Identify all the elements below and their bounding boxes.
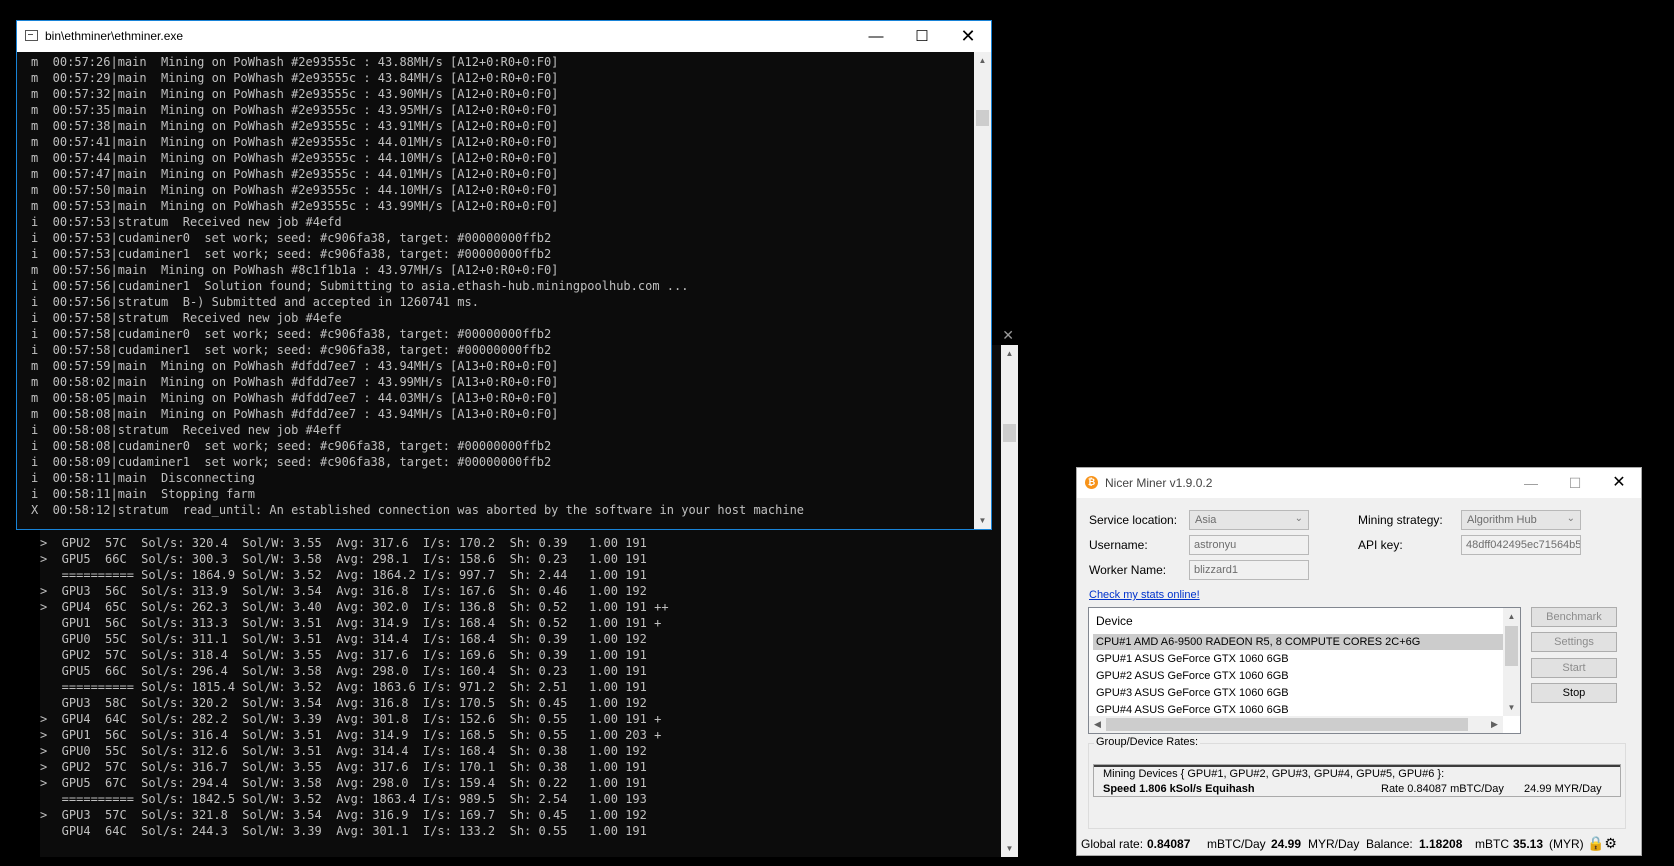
scroll-left-icon[interactable]: ◀: [1089, 716, 1106, 733]
ethminer-log-text: m 00:57:26|main Mining on PoWhash #2e935…: [31, 55, 805, 517]
service-location-value: Asia: [1195, 514, 1217, 526]
chevron-down-icon: ⌄: [1294, 513, 1303, 524]
scroll-up-icon[interactable]: ▲: [1503, 608, 1520, 625]
close-button[interactable]: ✕: [1597, 468, 1641, 498]
global-myr-value: 24.99: [1271, 837, 1302, 851]
close-button[interactable]: ✕: [945, 21, 991, 52]
ethminer-titlebar[interactable]: bin\ethminer\ethminer.exe — ☐ ✕: [17, 21, 991, 52]
rates-legend: Group/Device Rates:: [1094, 736, 1201, 748]
scroll-down-icon[interactable]: ▼: [1001, 840, 1018, 857]
balance-label: Balance:: [1366, 837, 1413, 851]
device-row[interactable]: CPU#1 AMD A6-9500 RADEON R5, 8 COMPUTE C…: [1093, 634, 1503, 650]
window-title: bin\ethminer\ethminer.exe: [45, 29, 184, 43]
mining-strategy-label: Mining strategy:: [1358, 513, 1443, 527]
global-rate-value: 0.84087: [1147, 837, 1191, 851]
scroll-thumb[interactable]: [976, 110, 989, 126]
device-list[interactable]: Device CPU#1 AMD A6-9500 RADEON R5, 8 CO…: [1088, 607, 1521, 734]
device-row[interactable]: GPU#3 ASUS GeForce GTX 1060 6GB: [1093, 685, 1503, 701]
stop-button[interactable]: Stop: [1531, 683, 1617, 703]
ethminer-window: bin\ethminer\ethminer.exe — ☐ ✕ m 00:57:…: [16, 20, 992, 530]
scroll-down-icon[interactable]: ▼: [974, 512, 991, 529]
mining-strategy-value: Algorithm Hub: [1467, 514, 1537, 526]
scroll-up-icon[interactable]: ▲: [974, 52, 991, 69]
service-location-label: Service location:: [1089, 513, 1178, 527]
scroll-thumb[interactable]: [1106, 718, 1468, 731]
device-list-vscroll[interactable]: ▲ ▼: [1503, 608, 1520, 716]
bitcoin-icon: ₿: [1085, 476, 1098, 489]
balance-value: 1.18208: [1419, 837, 1463, 851]
service-location-select[interactable]: Asia ⌄: [1189, 510, 1309, 530]
balance-myr-value: 35.13: [1513, 837, 1544, 851]
console-scrollbar[interactable]: ▲ ▼: [1001, 345, 1018, 857]
group-divider: [1094, 765, 1620, 767]
start-button[interactable]: Start: [1531, 658, 1617, 678]
chevron-down-icon: ⌄: [1566, 513, 1575, 524]
console-app-icon: [25, 30, 38, 41]
username-field[interactable]: astronyu: [1189, 535, 1309, 555]
minimize-button[interactable]: —: [853, 21, 899, 52]
mining-strategy-select[interactable]: Algorithm Hub ⌄: [1461, 510, 1581, 530]
device-row[interactable]: GPU#1 ASUS GeForce GTX 1060 6GB: [1093, 651, 1503, 667]
close-icon[interactable]: ✕: [1002, 327, 1014, 344]
scroll-thumb[interactable]: [1003, 424, 1016, 442]
balance-myr-unit: (MYR): [1549, 837, 1584, 851]
device-row[interactable]: GPU#2 ASUS GeForce GTX 1060 6GB: [1093, 668, 1503, 684]
rate-myr-value: 24.99 MYR/Day: [1524, 783, 1602, 795]
status-bar: Global rate: 0.84087 mBTC/Day 24.99 MYR/…: [1077, 832, 1641, 856]
mining-devices-label: Mining Devices { GPU#1, GPU#2, GPU#3, GP…: [1103, 768, 1445, 780]
nicer-miner-titlebar[interactable]: ₿ Nicer Miner v1.9.0.2 — ☐ ✕: [1077, 468, 1641, 498]
worker-name-label: Worker Name:: [1089, 563, 1167, 577]
global-rate-unit: mBTC/Day: [1207, 837, 1266, 851]
rate-value: Rate 0.84087 mBTC/Day: [1381, 783, 1504, 795]
check-stats-link[interactable]: Check my stats online!: [1089, 589, 1200, 601]
global-rate-label: Global rate:: [1081, 837, 1144, 851]
scroll-thumb[interactable]: [1505, 626, 1518, 666]
api-key-label: API key:: [1358, 538, 1403, 552]
group-device-rates: Group/Device Rates: Mining Devices { GPU…: [1088, 736, 1626, 829]
device-list-hscroll[interactable]: ◀ ▶: [1089, 716, 1503, 733]
speed-value: Speed 1.806 kSol/s Equihash: [1103, 783, 1255, 795]
api-key-field[interactable]: 48dff042495ec71564b5: [1461, 535, 1581, 555]
scroll-up-icon[interactable]: ▲: [1001, 345, 1018, 362]
ethminer-log: m 00:57:26|main Mining on PoWhash #2e935…: [17, 52, 974, 529]
settings-button[interactable]: Settings: [1531, 632, 1617, 652]
maximize-button[interactable]: ☐: [1553, 468, 1597, 498]
maximize-button[interactable]: ☐: [899, 21, 945, 52]
window-title: Nicer Miner v1.9.0.2: [1105, 476, 1213, 490]
scroll-down-icon[interactable]: ▼: [1503, 699, 1520, 716]
equihash-console-output: > GPU2 57C Sol/s: 320.4 Sol/W: 3.55 Avg:…: [40, 536, 669, 838]
scroll-right-icon[interactable]: ▶: [1486, 716, 1503, 733]
balance-unit: mBTC: [1475, 837, 1509, 851]
nicer-miner-window: ₿ Nicer Miner v1.9.0.2 — ☐ ✕ Service loc…: [1076, 467, 1642, 856]
device-column-header[interactable]: Device: [1096, 614, 1133, 628]
global-myr-unit: MYR/Day: [1308, 837, 1360, 851]
worker-name-field[interactable]: blizzard1: [1189, 560, 1309, 580]
benchmark-button[interactable]: Benchmark: [1531, 607, 1617, 627]
tray-icons[interactable]: 🔒⚙: [1587, 835, 1617, 852]
minimize-button[interactable]: —: [1509, 468, 1553, 498]
ethminer-scrollbar[interactable]: ▲ ▼: [974, 52, 991, 529]
rates-group-item[interactable]: Mining Devices { GPU#1, GPU#2, GPU#3, GP…: [1093, 764, 1621, 797]
username-label: Username:: [1089, 538, 1148, 552]
